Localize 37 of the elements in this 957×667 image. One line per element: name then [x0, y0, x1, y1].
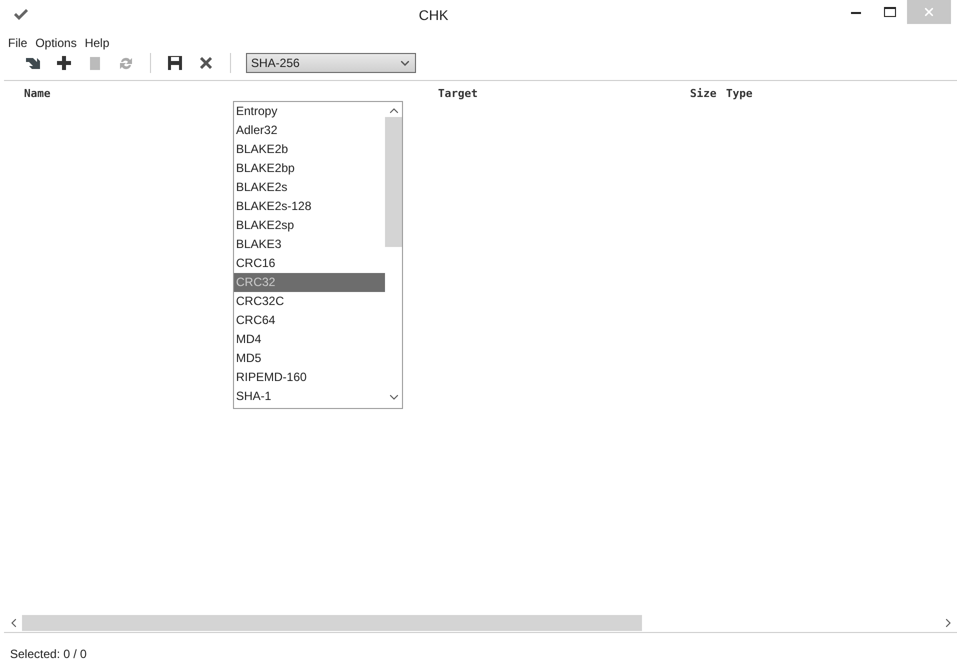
- window-title: CHK: [418, 7, 450, 23]
- save-icon[interactable]: [166, 54, 184, 72]
- dropdown-option[interactable]: CRC64: [234, 311, 385, 330]
- dropdown-option[interactable]: BLAKE2s: [234, 178, 385, 197]
- dropdown-option[interactable]: CRC16: [234, 254, 385, 273]
- close-icon: [925, 8, 933, 16]
- chevron-down-icon: [401, 60, 409, 66]
- chevron-left-icon[interactable]: [10, 619, 16, 627]
- column-header[interactable]: Target: [438, 87, 690, 100]
- menu-item[interactable]: Options: [35, 36, 77, 50]
- checkmark-icon: [14, 9, 28, 21]
- chevron-up-icon[interactable]: [390, 108, 398, 113]
- column-header[interactable]: Size: [690, 87, 726, 100]
- horizontal-scrollbar[interactable]: [4, 614, 957, 633]
- dropdown-option[interactable]: BLAKE2sp: [234, 216, 385, 235]
- menu-item[interactable]: File: [8, 36, 28, 50]
- minimize-icon: [851, 10, 861, 14]
- column-header[interactable]: Name: [24, 87, 438, 100]
- chevron-down-icon[interactable]: [390, 395, 398, 400]
- dropdown-option[interactable]: BLAKE3: [234, 235, 385, 254]
- dropdown-option[interactable]: BLAKE2bp: [234, 159, 385, 178]
- dropdown-option[interactable]: CRC32C: [234, 292, 385, 311]
- status-text: Selected: 0 / 0: [10, 647, 87, 661]
- add-icon[interactable]: [55, 54, 73, 72]
- dropdown-option[interactable]: RIPEMD-160: [234, 368, 385, 387]
- chevron-right-icon[interactable]: [946, 619, 950, 627]
- dropdown-option[interactable]: SHA-1: [234, 387, 385, 406]
- dropdown-option[interactable]: BLAKE2s-128: [234, 197, 385, 216]
- dropdown-option[interactable]: MD5: [234, 349, 385, 368]
- dropdown-option[interactable]: BLAKE2b: [234, 140, 385, 159]
- column-header[interactable]: Type: [726, 87, 826, 100]
- maximize-icon: [884, 7, 896, 17]
- menu-item[interactable]: Help: [84, 36, 110, 50]
- dropdown-option[interactable]: Entropy: [234, 102, 385, 121]
- dropdown-option[interactable]: Adler32: [234, 121, 385, 140]
- algorithm-dropdown[interactable]: SHA-256: [246, 53, 416, 73]
- dropdown-option[interactable]: MD4: [234, 330, 385, 349]
